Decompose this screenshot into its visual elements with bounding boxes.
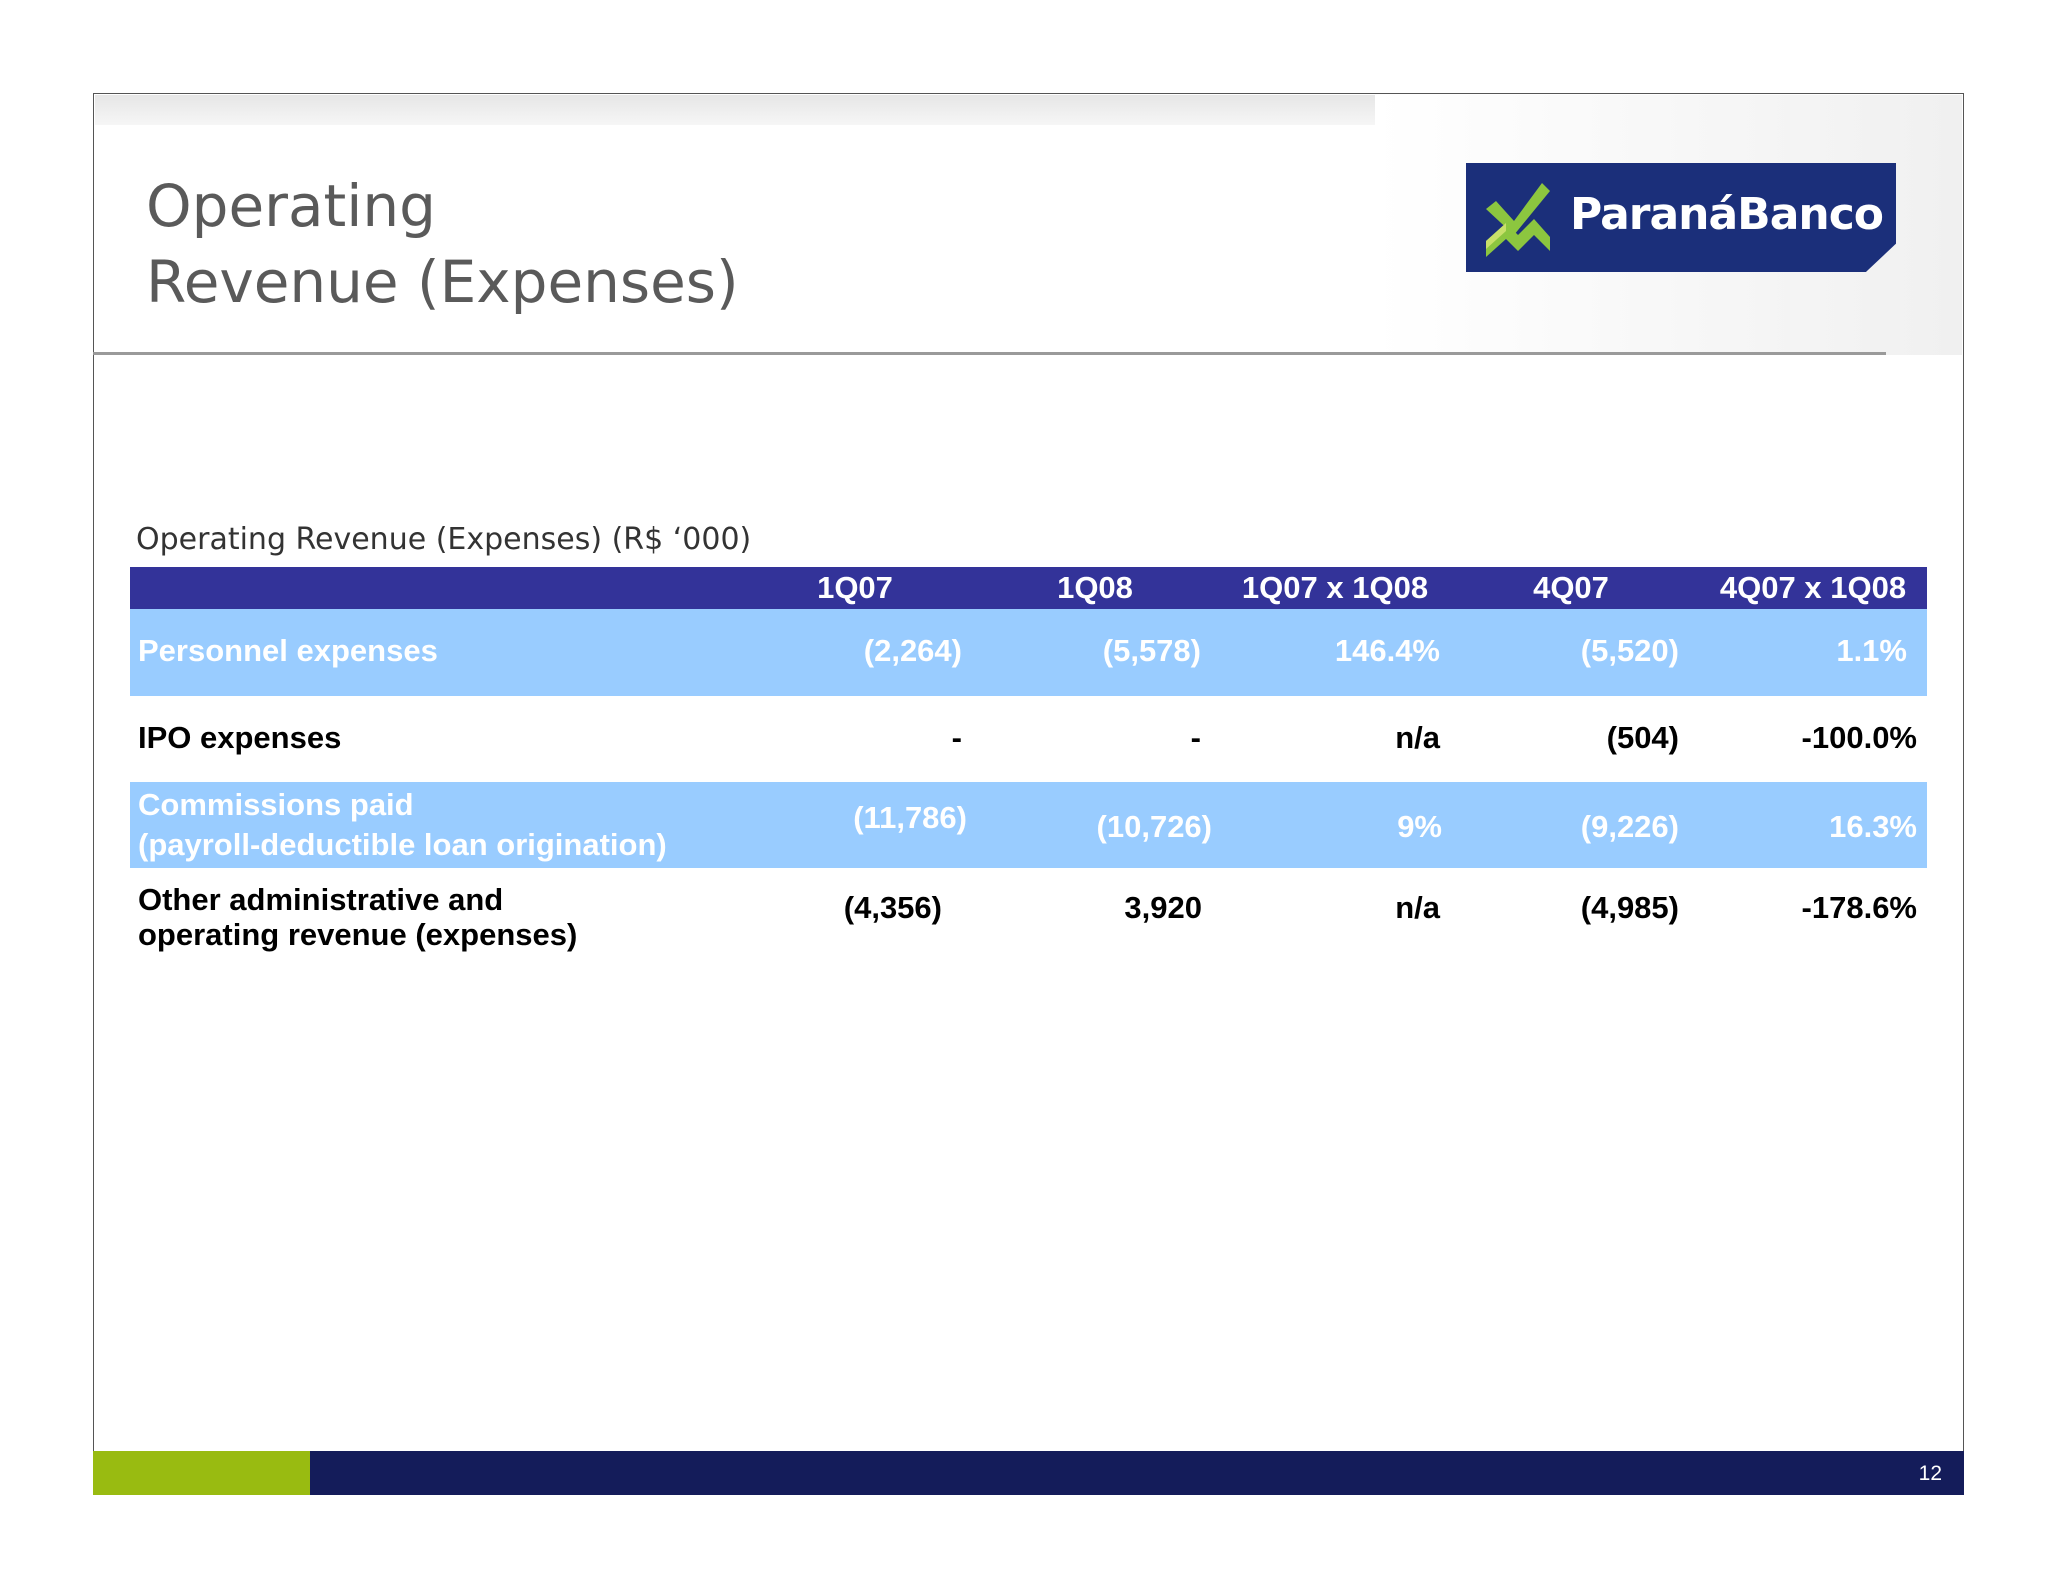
- slide-title: Operating Revenue (Expenses): [146, 168, 739, 320]
- cell-value: (504): [1606, 720, 1679, 755]
- operating-revenue-table: 1Q07 1Q08 1Q07 x 1Q08 4Q07 4Q07 x 1Q08 P…: [130, 567, 1927, 958]
- table-row: Personnel expenses (2,264) (5,578) 146.4…: [130, 609, 1927, 696]
- row-label: IPO expenses: [138, 720, 342, 755]
- table-row: Other administrative and operating reven…: [130, 868, 1927, 958]
- cell-value: (11,786): [853, 800, 967, 835]
- logo-text: ParanáBanco: [1570, 189, 1884, 240]
- title-divider: [93, 352, 1886, 355]
- footer-bar: [310, 1451, 1964, 1495]
- paranabanco-logo: ParanáBanco: [1466, 163, 1896, 272]
- row-label-line-2: operating revenue (expenses): [138, 917, 578, 952]
- logo-mark-icon: [1486, 183, 1550, 257]
- column-header: 1Q07 x 1Q08: [1241, 570, 1429, 605]
- column-header: 1Q08: [1057, 570, 1133, 605]
- cell-value: (5,520): [1580, 633, 1679, 668]
- table-header-row: 1Q07 1Q08 1Q07 x 1Q08 4Q07 4Q07 x 1Q08: [130, 567, 1927, 609]
- cell-value: 3,920: [1124, 890, 1202, 925]
- cell-value: -100.0%: [1801, 720, 1917, 755]
- cell-value: -: [951, 720, 962, 755]
- table-caption: Operating Revenue (Expenses) (R$ ‘000): [136, 522, 752, 557]
- page-number: 12: [1918, 1462, 1942, 1485]
- row-label: Commissions paid: [138, 787, 414, 822]
- cell-value: n/a: [1395, 890, 1440, 925]
- cell-value: (10,726): [1096, 809, 1212, 844]
- cell-value: (9,226): [1580, 809, 1679, 844]
- title-line-1: Operating: [146, 172, 436, 240]
- cell-value: -178.6%: [1801, 890, 1917, 925]
- column-header: 4Q07: [1533, 570, 1609, 605]
- cell-value: (4,985): [1580, 890, 1679, 925]
- title-line-2: Revenue (Expenses): [146, 248, 739, 316]
- cell-value: (2,264): [863, 633, 962, 668]
- cell-value: (5,578): [1102, 633, 1201, 668]
- row-label: Other administrative and: [138, 882, 504, 917]
- cell-value: 146.4%: [1334, 633, 1440, 668]
- footer-accent-bar: [93, 1451, 310, 1495]
- column-header: 1Q07: [817, 570, 893, 605]
- cell-value: -: [1190, 720, 1201, 755]
- row-label-line-2: (payroll-deductible loan origination): [138, 827, 667, 862]
- cell-value: (4,356): [843, 890, 942, 925]
- table-row: IPO expenses - - n/a (504) -100.0%: [130, 696, 1927, 782]
- cell-value: 9%: [1397, 809, 1442, 844]
- cell-value: n/a: [1395, 720, 1440, 755]
- cell-value: 1.1%: [1836, 633, 1907, 668]
- table-row: Commissions paid (payroll-deductible loa…: [130, 782, 1927, 868]
- cell-value: 16.3%: [1829, 809, 1917, 844]
- column-header: 4Q07 x 1Q08: [1719, 570, 1907, 605]
- row-label: Personnel expenses: [138, 633, 438, 668]
